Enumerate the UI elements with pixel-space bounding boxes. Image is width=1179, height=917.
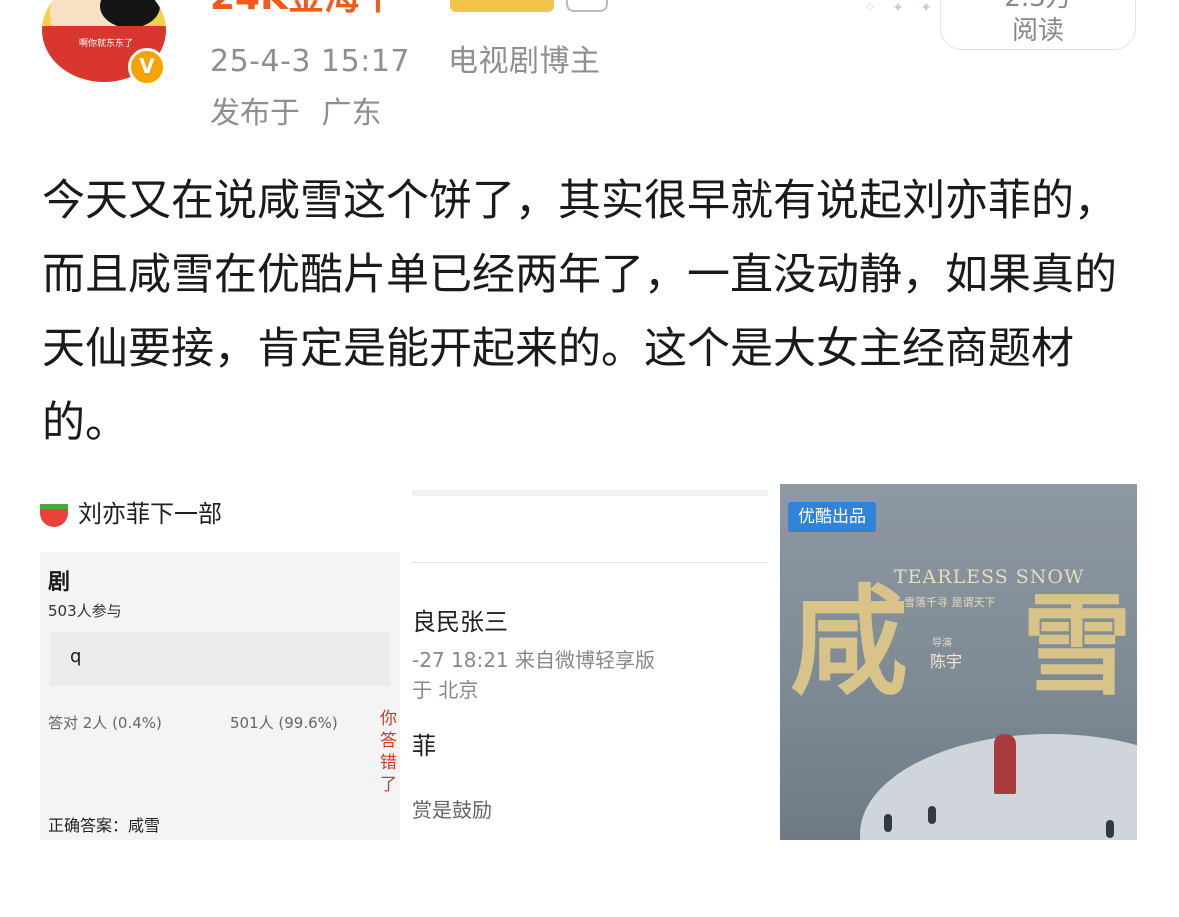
poll-participants: 503人参与: [48, 602, 122, 620]
screenshot-time: -27 18:21 来自微博轻享版: [412, 648, 656, 672]
post-image-3-poster[interactable]: 优酷出品 咸 雪 TEARLESS SNOW 雪落千寻 是谓天下 导演 陈宇: [780, 484, 1137, 840]
poster-figure-small: [928, 806, 936, 824]
youku-tag: 优酷出品: [788, 502, 876, 532]
poll-stat-wrong: 501人 (99.6%): [230, 714, 338, 732]
poster-figure-small: [1106, 820, 1114, 838]
decoration-dots: ⁘ ✦ ✦: [864, 0, 939, 16]
poster-director-label: 导演: [932, 638, 952, 649]
level-badge-icon: [450, 0, 554, 12]
poster-figure-small: [884, 814, 892, 832]
poster-figure: [994, 734, 1016, 794]
poster-slogan: 雪落千寻 是谓天下: [904, 596, 996, 609]
user-role: 电视剧博主: [448, 44, 601, 79]
read-label: 阅读: [1011, 16, 1064, 46]
post-image-1[interactable]: 刘亦菲下一部 剧 503人参与 q 答对 2人 (0.4%) 501人 (99.…: [40, 484, 400, 840]
poll-wrong-note: 你答错了: [380, 709, 397, 795]
screenshot-username: 良民张三: [412, 608, 508, 636]
screenshot-reward-text: 赏是鼓励: [412, 798, 492, 822]
post-location: 发布于 广东: [210, 88, 382, 132]
poster-title-char-1: 咸: [790, 572, 909, 711]
read-count-button[interactable]: 2.3万 阅读: [940, 0, 1136, 50]
poll-heading: 剧: [48, 570, 71, 595]
location-text: 广东: [321, 96, 382, 131]
watermelon-icon: [40, 503, 68, 527]
poll-option: q: [50, 632, 390, 686]
member-badge-icon: [566, 0, 608, 12]
screenshot-text: 菲: [412, 732, 436, 760]
screenshot-location: 于 北京: [412, 678, 479, 702]
verified-badge-icon: V: [128, 48, 166, 86]
post-image-2[interactable]: 良民张三 -27 18:21 来自微博轻享版 于 北京 菲 赏是鼓励: [412, 484, 768, 840]
post-date: 25-4-3 15:17: [210, 44, 410, 79]
post-text: 今天又在说咸雪这个饼了，其实很早就有说起刘亦菲的，而且咸雪在优酷片单已经两年了，…: [42, 176, 1117, 448]
poster-director-name: 陈宇: [930, 652, 963, 671]
username[interactable]: 24K金海个: [210, 0, 396, 20]
avatar-caption: 啊你就东东了: [78, 39, 133, 49]
poll-answer: 正确答案：咸雪: [48, 816, 161, 835]
poll-card: 剧 503人参与 q 答对 2人 (0.4%) 501人 (99.6%) 你答错…: [40, 552, 400, 840]
poll-stat-correct: 答对 2人 (0.4%): [48, 714, 162, 732]
divider: [412, 490, 768, 496]
poll-title: 刘亦菲下一部: [40, 494, 222, 529]
poster-english-title: TEARLESS SNOW: [894, 566, 1085, 588]
divider: [412, 562, 768, 563]
published-prefix: 发布于: [210, 96, 300, 131]
post-meta: 25-4-3 15:17 电视剧博主: [210, 36, 601, 80]
